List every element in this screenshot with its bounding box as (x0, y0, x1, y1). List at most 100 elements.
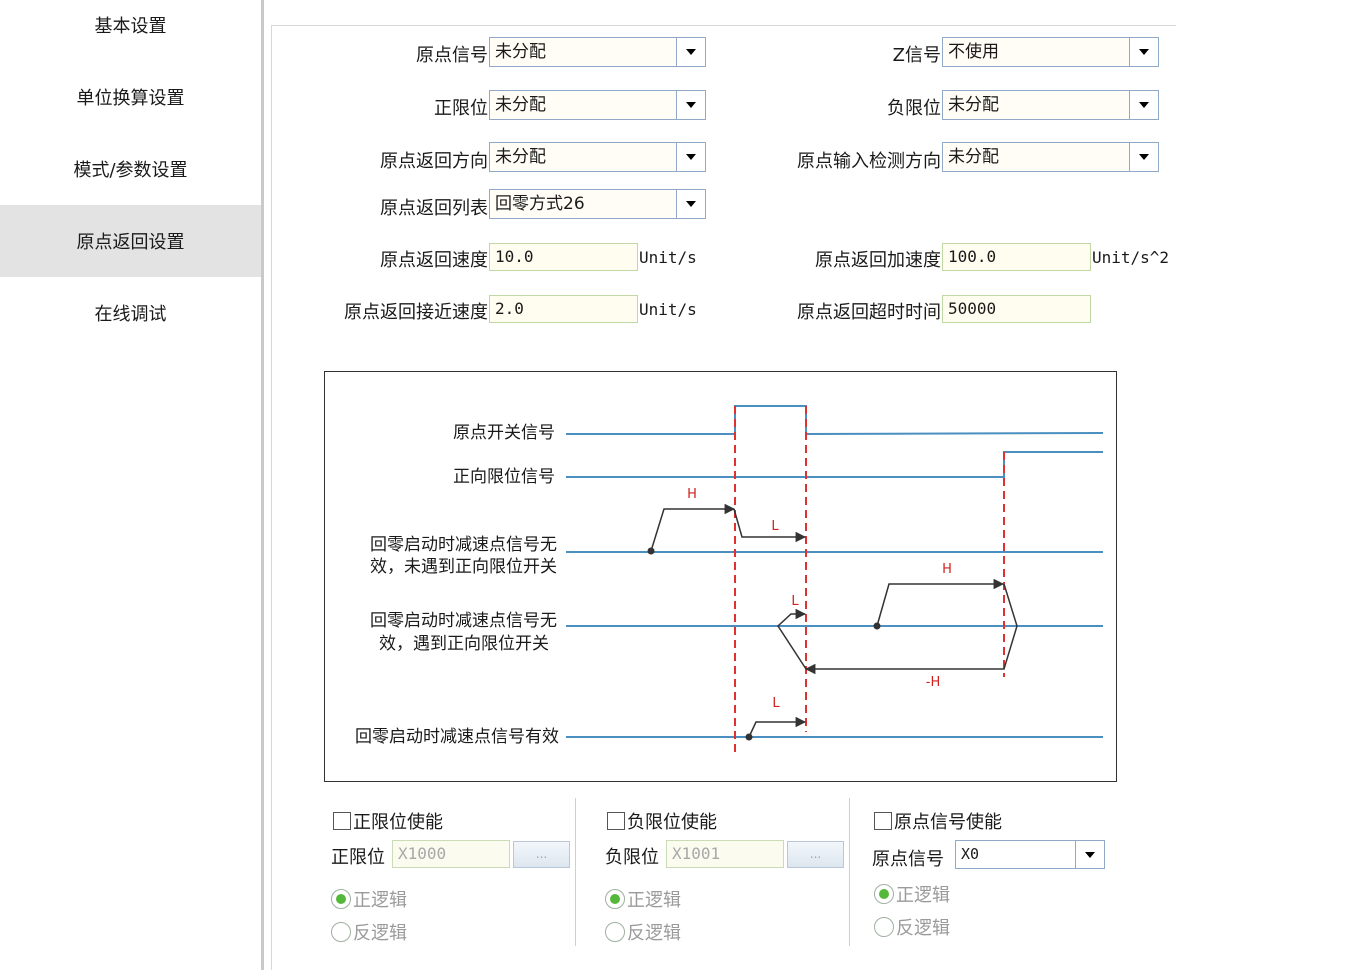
row-label-case1-line2: 效，未遇到正向限位开关 (370, 557, 557, 577)
sidebar-divider (261, 0, 264, 970)
homing-timing-diagram: 原点开关信号 正向限位信号 回零启动时减速点信号无 效，未遇到正向限位开关 回零… (324, 371, 1117, 782)
case2-mark-neg-h: -H (926, 675, 940, 690)
chevron-down-icon[interactable] (1129, 38, 1158, 66)
row-label-case1-line1: 回零启动时减速点信号无 (370, 535, 557, 555)
origin-signal-input-value: X0 (961, 845, 980, 863)
return-speed-input[interactable]: 10.0 (489, 243, 638, 271)
neg-limit-value: 未分配 (948, 95, 999, 115)
pos-limit-enable-checkbox[interactable]: 正限位使能 (333, 808, 443, 834)
sidebar-item-label: 模式/参数设置 (73, 160, 188, 181)
return-direction-value: 未分配 (495, 147, 546, 167)
return-accel-unit: Unit/s^2 (1092, 248, 1170, 267)
sidebar-item-unit-conversion[interactable]: 单位换算设置 (0, 61, 261, 133)
group-separator (575, 798, 576, 946)
sidebar-item-basic-settings[interactable]: 基本设置 (0, 0, 261, 61)
case1-mark-l: L (771, 519, 779, 534)
positive-logic-label: 正逻辑 (896, 885, 950, 906)
input-detect-direction-label: 原点输入检测方向 (797, 151, 941, 172)
pos-limit-field-label: 正限位 (331, 847, 385, 868)
sidebar-item-homing[interactable]: 原点返回设置 (0, 205, 261, 277)
chevron-down-icon[interactable] (676, 38, 705, 66)
neg-limit-negative-logic-radio[interactable]: 反逻辑 (605, 919, 681, 945)
neg-limit-address-input[interactable]: X1001 (666, 840, 784, 868)
case1-path-high (650, 503, 736, 552)
neg-limit-browse-button[interactable]: ... (787, 841, 844, 868)
pos-limit-select[interactable]: 未分配 (489, 90, 706, 120)
origin-signal-negative-logic-radio[interactable]: 反逻辑 (874, 914, 950, 940)
pos-limit-value: 未分配 (495, 95, 546, 115)
chevron-down-icon[interactable] (676, 91, 705, 119)
negative-logic-label: 反逻辑 (627, 923, 681, 944)
input-detect-direction-select[interactable]: 未分配 (942, 142, 1159, 172)
positive-logic-label: 正逻辑 (627, 890, 681, 911)
radio-selected-icon[interactable] (605, 889, 625, 909)
return-list-select[interactable]: 回零方式26 (489, 189, 706, 219)
neg-limit-select[interactable]: 未分配 (942, 90, 1159, 120)
chevron-down-icon[interactable] (1129, 91, 1158, 119)
timeout-input[interactable]: 50000 (942, 295, 1091, 323)
radio-selected-icon[interactable] (874, 884, 894, 904)
panel-border-top (271, 25, 1176, 26)
return-speed-unit: Unit/s (639, 248, 697, 267)
case2-mark-l: L (791, 594, 799, 609)
input-detect-direction-value: 未分配 (948, 147, 999, 167)
return-direction-select[interactable]: 未分配 (489, 142, 706, 172)
z-signal-select[interactable]: 不使用 (942, 37, 1159, 67)
sidebar-item-label: 基本设置 (94, 16, 167, 37)
origin-signal-enable-checkbox[interactable]: 原点信号使能 (874, 808, 1002, 834)
origin-signal-positive-logic-radio[interactable]: 正逻辑 (874, 881, 950, 907)
positive-logic-label: 正逻辑 (353, 890, 407, 911)
pos-limit-enable-label: 正限位使能 (353, 812, 443, 833)
radio-unselected-icon[interactable] (605, 922, 625, 942)
checkbox-icon[interactable] (333, 812, 351, 830)
return-direction-label: 原点返回方向 (380, 151, 488, 172)
row-label-pos-limit: 正向限位信号 (453, 467, 555, 487)
sidebar-item-mode-params[interactable]: 模式/参数设置 (0, 133, 261, 205)
chevron-down-icon[interactable] (676, 143, 705, 171)
return-accel-label: 原点返回加速度 (815, 250, 941, 271)
chevron-down-icon[interactable] (676, 190, 705, 218)
pos-limit-browse-button[interactable]: ... (513, 841, 570, 868)
checkbox-icon[interactable] (874, 812, 892, 830)
origin-signal-select[interactable]: 未分配 (489, 37, 706, 67)
return-list-value: 回零方式26 (495, 194, 585, 214)
origin-signal-label: 原点信号 (416, 45, 488, 66)
origin-signal-field-label: 原点信号 (872, 849, 944, 870)
panel-border-left (271, 25, 272, 970)
chevron-down-icon[interactable] (1075, 841, 1104, 868)
radio-unselected-icon[interactable] (874, 917, 894, 937)
case2-path-low (777, 608, 807, 670)
negative-logic-label: 反逻辑 (353, 923, 407, 944)
timing-diagram-svg: 原点开关信号 正向限位信号 回零启动时减速点信号无 效，未遇到正向限位开关 回零… (355, 405, 1104, 757)
case1-mark-h: H (687, 487, 697, 502)
pos-limit-negative-logic-radio[interactable]: 反逻辑 (331, 919, 407, 945)
sidebar: 基本设置 单位换算设置 模式/参数设置 原点返回设置 在线调试 (0, 0, 261, 970)
pos-limit-waveform (566, 451, 1103, 478)
neg-limit-label: 负限位 (887, 98, 941, 119)
chevron-down-icon[interactable] (1129, 143, 1158, 171)
pos-limit-label: 正限位 (434, 98, 488, 119)
z-signal-value: 不使用 (948, 42, 999, 62)
neg-limit-positive-logic-radio[interactable]: 正逻辑 (605, 886, 681, 912)
case3-path-low (748, 716, 807, 738)
neg-limit-enable-checkbox[interactable]: 负限位使能 (607, 808, 717, 834)
case2-mark-h: H (942, 562, 952, 577)
row-label-case2-line2: 效，遇到正向限位开关 (379, 634, 549, 654)
approach-speed-label: 原点返回接近速度 (344, 302, 488, 323)
approach-speed-input[interactable]: 2.0 (489, 295, 638, 323)
return-accel-input[interactable]: 100.0 (942, 243, 1091, 271)
pos-limit-positive-logic-radio[interactable]: 正逻辑 (331, 886, 407, 912)
timeout-label: 原点返回超时时间 (797, 302, 941, 323)
radio-selected-icon[interactable] (331, 889, 351, 909)
origin-signal-input-select[interactable]: X0 (955, 840, 1105, 869)
negative-logic-label: 反逻辑 (896, 918, 950, 939)
radio-unselected-icon[interactable] (331, 922, 351, 942)
sidebar-item-online-debug[interactable]: 在线调试 (0, 277, 261, 349)
case1-path-low (733, 508, 807, 543)
sidebar-item-label: 在线调试 (94, 304, 167, 325)
checkbox-icon[interactable] (607, 812, 625, 830)
origin-signal-value: 未分配 (495, 42, 546, 62)
pos-limit-address-input[interactable]: X1000 (392, 840, 510, 868)
return-speed-label: 原点返回速度 (380, 250, 488, 271)
sidebar-item-label: 原点返回设置 (76, 232, 185, 253)
